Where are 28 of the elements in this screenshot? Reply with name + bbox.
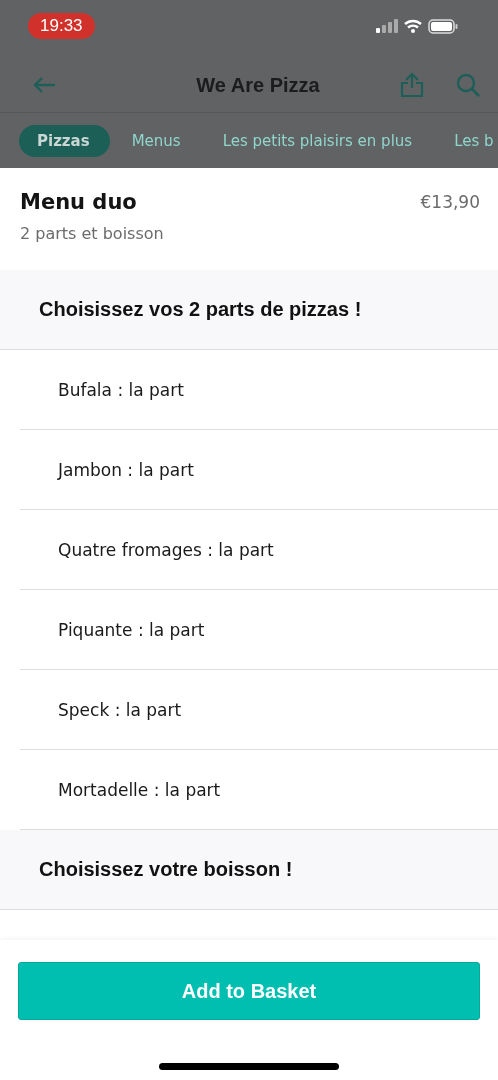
- search-icon: [456, 73, 480, 97]
- back-arrow-icon: [32, 76, 56, 94]
- item-description: 2 parts et boisson: [20, 224, 165, 243]
- status-time: 19:33: [28, 13, 95, 39]
- item-price: €13,90: [420, 192, 480, 212]
- wifi-icon: [404, 19, 422, 33]
- category-tab[interactable]: Les b: [436, 124, 494, 157]
- category-tab[interactable]: Pizzas: [19, 124, 110, 157]
- page-title: We Are Pizza: [195, 73, 321, 97]
- signal-icon: [376, 19, 398, 33]
- option-label: Jambon : la part: [58, 459, 194, 480]
- share-icon: [400, 72, 424, 98]
- option-row[interactable]: Speck : la part: [20, 670, 498, 750]
- option-row[interactable]: Piquante : la part: [20, 590, 498, 670]
- category-tab[interactable]: Menus: [113, 124, 201, 157]
- option-label: Bufala : la part: [58, 379, 184, 400]
- option-label: Piquante : la part: [58, 619, 205, 640]
- option-row[interactable]: Jambon : la part: [20, 430, 498, 510]
- battery-icon: [428, 18, 458, 34]
- item-name: Menu duo: [20, 190, 137, 214]
- section-title: Choisissez votre boisson !: [39, 858, 293, 881]
- option-row[interactable]: Quatre fromages : la part: [20, 510, 498, 590]
- option-label: Mortadelle : la part: [58, 779, 221, 800]
- section-title: Choisissez vos 2 parts de pizzas !: [39, 298, 362, 321]
- option-label: Speck : la part: [58, 699, 182, 720]
- option-row[interactable]: Bufala : la part: [20, 350, 498, 430]
- option-label: Quatre fromages : la part: [58, 539, 274, 560]
- category-tab[interactable]: Les petits plaisirs en plus: [204, 124, 433, 157]
